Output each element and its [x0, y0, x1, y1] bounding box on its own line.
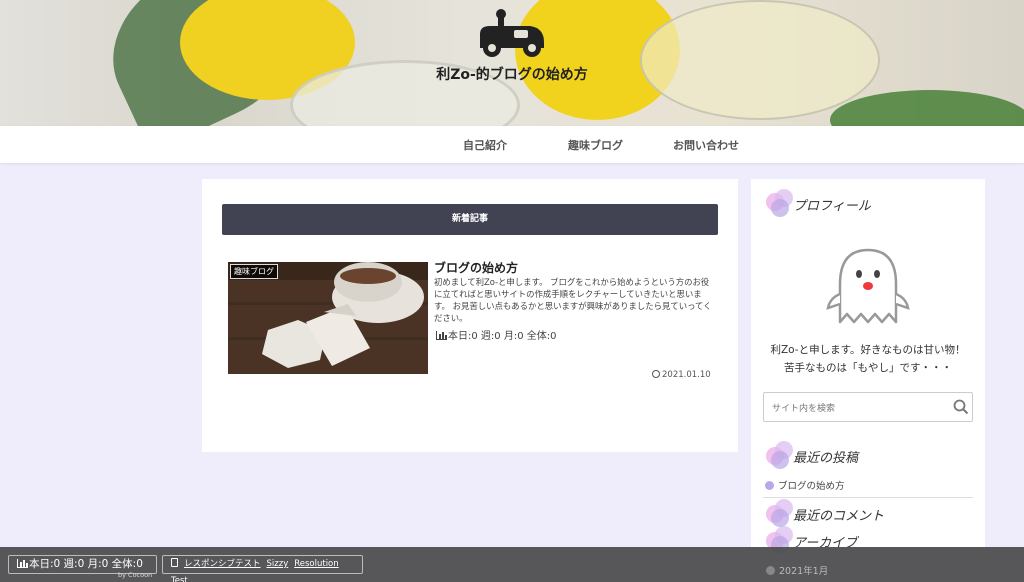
sidebar: プロフィール 利Zo-と申します。好きなものは甘い物！ 苦手なものは「もやし」で… [751, 179, 985, 579]
by-cocoon-label: by Cocoon [118, 571, 153, 579]
search-icon[interactable] [953, 399, 969, 415]
ghost-avatar-icon [826, 248, 910, 324]
profile-text-line2: 苦手なものは「もやし」です・・・ [784, 362, 952, 374]
decorative-circle-icon [771, 199, 789, 217]
post-title[interactable]: ブログの始め方 [434, 259, 518, 276]
post-excerpt: 初めまして利Zo-と申します。 ブログをこれから始めようという方のお役に立てれば… [434, 277, 712, 323]
archive-item-peek[interactable]: 2021年1月 [766, 563, 828, 577]
responsive-tools: レスポンシブテスト Sizzy Resolution Test [162, 555, 363, 582]
clock-icon [652, 370, 660, 378]
new-posts-heading: 新着記事 [222, 204, 718, 235]
site-title[interactable]: 利Zo-的ブログの始め方 [432, 64, 592, 84]
search-form[interactable]: サイト内を検索 [763, 392, 973, 422]
bar-chart-icon [436, 331, 447, 340]
post-thumbnail[interactable]: 趣味ブログ [228, 262, 428, 374]
recent-post-link[interactable]: ブログの始め方 [778, 481, 845, 492]
archive-item-link[interactable]: 2021年1月 [779, 566, 828, 577]
recent-post-item[interactable]: ブログの始め方 [765, 478, 845, 492]
glass-jar-decoration [640, 0, 880, 120]
leaf-decoration [830, 90, 1024, 126]
nav-item-hobby-blog[interactable]: 趣味ブログ [568, 137, 623, 153]
mobile-device-icon [171, 558, 178, 567]
car-logo-icon [480, 9, 544, 57]
decorative-circle-icon [771, 509, 789, 527]
nav-item-profile[interactable]: 自己紹介 [463, 137, 507, 153]
global-navigation: 自己紹介 趣味ブログ お問い合わせ [0, 126, 1024, 163]
chevron-right-icon [766, 566, 775, 575]
post-date-text: 2021.01.10 [662, 370, 711, 380]
sizzy-link[interactable]: Sizzy [267, 559, 289, 569]
decorative-circle-icon [771, 451, 789, 469]
site-header: 利Zo-的ブログの始め方 [0, 0, 1024, 126]
responsive-test-link[interactable]: レスポンシブテスト [184, 559, 261, 569]
admin-bottom-bar: 本日:0 週:0 月:0 全体:0 by Cocoon レスポンシブテスト Siz… [0, 547, 1024, 582]
divider [763, 497, 973, 498]
bar-chart-icon [17, 559, 28, 568]
category-label: 趣味ブログ [230, 264, 278, 279]
profile-text-line1: 利Zo-と申します。好きなものは甘い物！ [770, 344, 966, 356]
search-input[interactable]: サイト内を検索 [772, 401, 835, 414]
site-logo[interactable]: 利Zo-的ブログの始め方 [432, 8, 592, 84]
chevron-right-icon [765, 481, 774, 490]
profile-title: プロフィール [793, 199, 871, 214]
nav-item-contact[interactable]: お問い合わせ [673, 137, 739, 153]
recent-comments-title: 最近のコメント [793, 509, 885, 524]
recent-posts-title: 最近の投稿 [793, 451, 859, 466]
post-view-counter-text: 本日:0 週:0 月:0 全体:0 [448, 331, 557, 342]
access-counter-text: 本日:0 週:0 月:0 全体:0 [29, 558, 143, 570]
post-date: 2021.01.10 [652, 370, 711, 380]
main-content: 新着記事 趣味ブログ ブログの始め方 初めまして利Zo-と申します。 ブログをこ… [202, 179, 738, 452]
post-view-counter: 本日:0 週:0 月:0 全体:0 [436, 327, 556, 342]
